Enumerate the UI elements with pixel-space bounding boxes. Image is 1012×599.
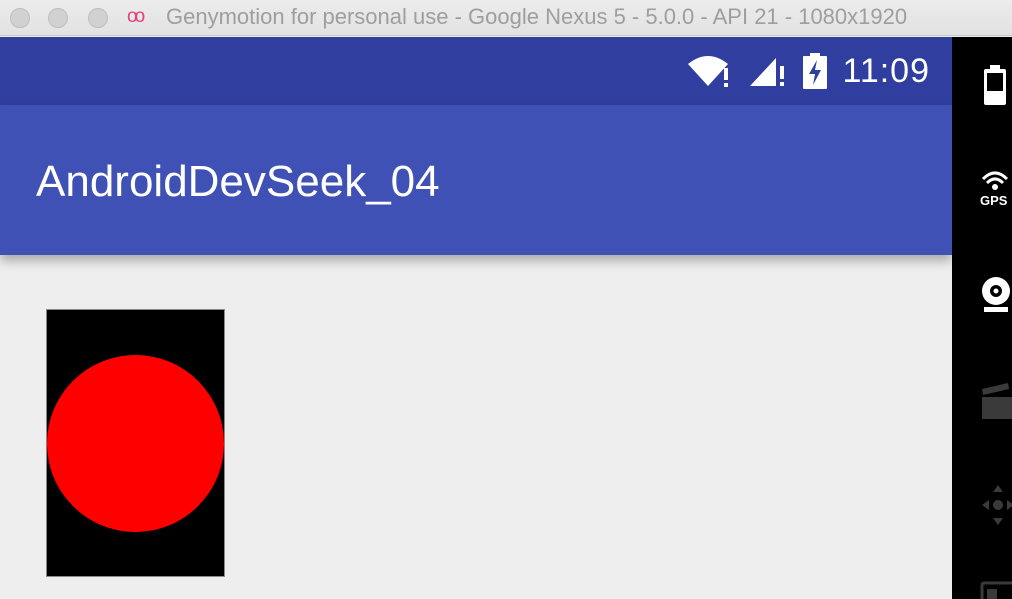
close-window-button[interactable] [10, 8, 30, 28]
battery-widget-button[interactable] [978, 63, 1012, 107]
gps-widget-button[interactable]: GPS [978, 165, 1012, 209]
window-title: Genymotion for personal use - Google Nex… [166, 4, 908, 29]
status-icons: 11:09 [686, 37, 930, 105]
device-id-widget-button[interactable] [978, 579, 1012, 599]
screencast-icon [982, 383, 1012, 419]
window-titlebar: oo Genymotion for personal use - Google … [0, 0, 1012, 36]
device-screen[interactable]: 11:09 AndroidDevSeek_04 [0, 37, 952, 599]
battery-charging-icon [803, 53, 828, 89]
genymotion-logo-icon: oo [127, 6, 145, 27]
webcam-widget-button[interactable] [978, 273, 1012, 317]
minimize-window-button[interactable] [48, 8, 68, 28]
genymotion-sidebar: GPS [952, 37, 1012, 599]
app-title: AndroidDevSeek_04 [36, 157, 440, 206]
dpad-icon [982, 485, 1012, 525]
screencast-widget-button[interactable] [978, 379, 1012, 423]
signal-icon [750, 58, 785, 86]
red-circle-drawing [47, 355, 224, 532]
android-status-bar: 11:09 [0, 37, 952, 105]
zoom-window-button[interactable] [88, 8, 108, 28]
dpad-widget-button[interactable] [978, 483, 1012, 527]
main-content [0, 255, 952, 599]
wifi-icon [688, 56, 729, 87]
app-window: oo Genymotion for personal use - Google … [0, 0, 1012, 599]
gps-icon: GPS [980, 171, 1009, 208]
app-toolbar: AndroidDevSeek_04 [0, 105, 952, 255]
battery-icon [984, 65, 1006, 105]
status-time: 11:09 [842, 51, 930, 90]
id-card-icon [980, 581, 1012, 599]
gps-label: GPS [980, 193, 1008, 208]
webcam-icon [982, 277, 1010, 312]
custom-canvas-view[interactable] [47, 310, 224, 576]
